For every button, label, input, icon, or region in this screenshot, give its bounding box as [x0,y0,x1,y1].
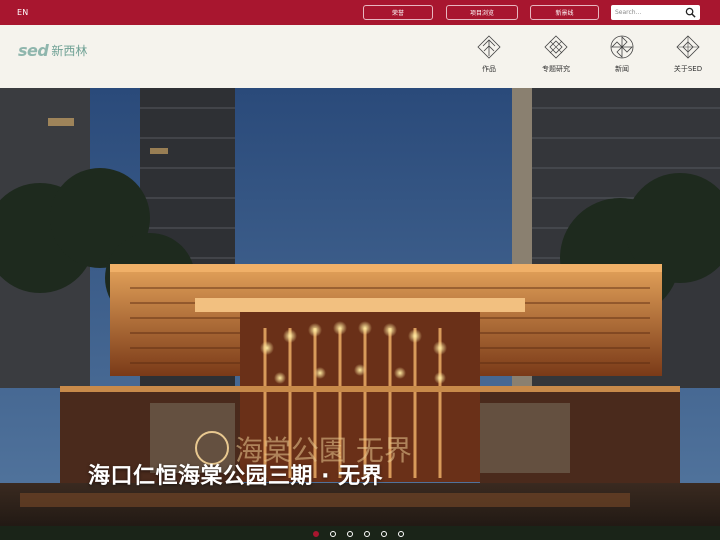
hero-banner[interactable]: 海棠公園 无界 海口仁恒海棠公园三期 · 无界 [0,88,720,540]
carousel-dots [313,531,415,537]
nav-item-works[interactable]: 作品 [461,34,517,78]
carousel-dot[interactable] [313,531,319,537]
nav-label-news: 新闻 [615,65,629,73]
nav-item-research[interactable]: 专题研究 [528,34,584,78]
search-box [611,5,700,20]
research-diamond-icon [544,35,568,59]
search-icon[interactable] [685,7,696,18]
language-switch-link[interactable]: EN [17,8,28,17]
carousel-dot[interactable] [347,531,353,537]
new-landscape-line-button[interactable]: 新景线 [530,5,599,20]
project-browse-button[interactable]: 项目浏览 [446,5,518,20]
nav-item-about[interactable]: 关于SED [660,34,716,78]
nav-label-works: 作品 [482,65,496,73]
logo-latin: sed [18,40,49,60]
carousel-dot[interactable] [398,531,404,537]
carousel-dot[interactable] [330,531,336,537]
honors-button[interactable]: 荣誉 [363,5,433,20]
carousel-dot[interactable] [381,531,387,537]
hero-caption[interactable]: 海口仁恒海棠公园三期 · 无界 [88,458,383,490]
nav-label-research: 专题研究 [542,65,570,73]
main-navbar: sed 新西林 作品 专题研究 新闻 关于SED [0,25,720,88]
sed-logo[interactable]: sed 新西林 [18,40,88,60]
carousel-dot[interactable] [364,531,370,537]
news-pinwheel-icon [610,35,634,59]
top-bar: EN 荣誉 项目浏览 新景线 [0,0,720,25]
search-input[interactable] [615,6,681,18]
logo-chinese: 新西林 [51,43,88,58]
nav-item-news[interactable]: 新闻 [594,34,650,78]
works-lotus-icon [477,35,501,59]
about-diamond-icon [676,35,700,59]
nav-label-about: 关于SED [673,65,703,73]
